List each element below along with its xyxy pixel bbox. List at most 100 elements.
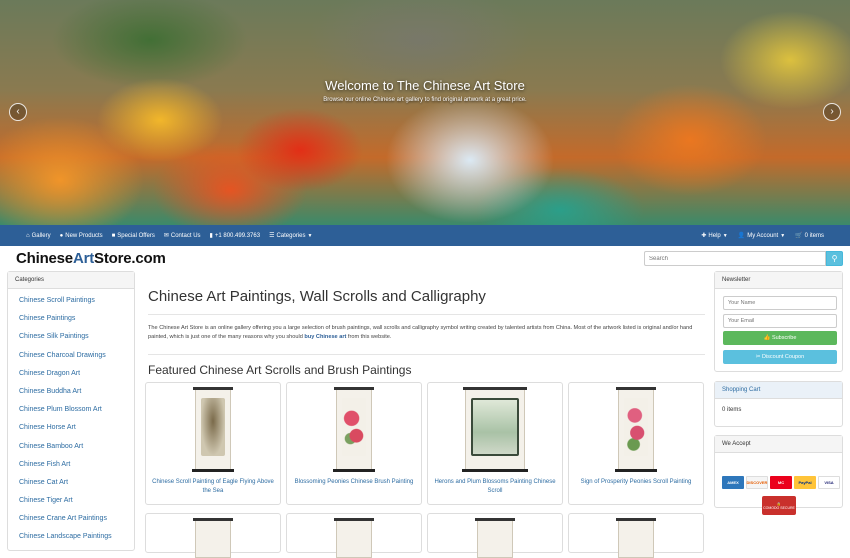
search-icon: ⚲ [831,254,838,263]
buy-chinese-art-link[interactable]: buy Chinese art [304,334,346,340]
caret-down-icon: ▼ [780,232,786,239]
subscribe-button[interactable]: 👍 Subscribe [723,331,837,345]
product-card[interactable]: Herons and Plum Blossoms Painting Chines… [427,382,563,505]
intro-text-part: from this website. [346,334,392,340]
comodo-secure-seal[interactable]: 🔒 COMODO SECURE [762,496,796,515]
newsletter-heading: Newsletter [715,272,842,289]
nav-label: Special Offers [117,232,155,239]
button-label: Discount Coupon [761,354,805,360]
nav-new-products[interactable]: ● New Products [60,233,103,239]
product-caption[interactable]: Blossoming Peonies Chinese Brush Paintin… [293,478,415,487]
divider [148,314,705,315]
nav-contact-us[interactable]: ✉ Contact Us [164,232,201,240]
newsletter-panel: Newsletter 👍 Subscribe ✂ Discount Coupon [714,271,843,372]
nav-label: 0 items [804,232,824,239]
button-label: Subscribe [771,335,797,341]
nav-gallery[interactable]: ⌂ Gallery [26,233,51,239]
cart-icon: 🛒 [795,233,803,239]
category-link[interactable]: Chinese Crane Art Paintings [8,513,134,531]
nav-label: Categories [276,232,306,239]
visa-logo: VISA [818,476,840,489]
main-navbar: ⌂ Gallery ● New Products ■ Special Offer… [0,225,850,246]
discount-coupon-button[interactable]: ✂ Discount Coupon [723,350,837,364]
category-link[interactable]: Chinese Silk Paintings [8,331,134,349]
we-accept-heading: We Accept [715,436,842,453]
category-link[interactable]: Chinese Scroll Paintings [8,295,134,313]
product-image [615,387,657,472]
newsletter-name-field[interactable] [723,296,837,310]
product-card[interactable] [568,513,704,558]
divider [148,354,705,355]
seal-label: COMODO SECURE [763,505,795,510]
site-logo[interactable]: ChineseArtStore.com [16,250,166,267]
product-card[interactable] [286,513,422,558]
nav-help-dropdown[interactable]: ✚ Help ▼ [701,232,727,240]
cart-status: 0 items [722,407,742,413]
logo-part: Chinese [16,250,73,267]
category-link[interactable]: Chinese Cat Art [8,477,134,495]
search-button[interactable]: ⚲ [826,251,843,266]
category-link[interactable]: Chinese Paintings [8,313,134,331]
product-card[interactable] [145,513,281,558]
category-link[interactable]: Chinese Bamboo Art [8,441,134,459]
product-card[interactable]: Blossoming Peonies Chinese Brush Paintin… [286,382,422,505]
gift-icon: ■ [111,232,116,239]
intro-text: The Chinese Art Store is an online galle… [148,324,706,342]
page-title: Chinese Art Paintings, Wall Scrolls and … [148,288,486,305]
shopping-cart-panel: Shopping Cart 0 items [714,381,843,427]
category-link[interactable]: Chinese Landscape Paintings [8,531,134,549]
categories-heading: Categories [8,272,134,289]
nav-categories-dropdown[interactable]: ☰ Categories ▼ [269,232,312,240]
newsletter-email-field[interactable] [723,314,837,328]
carousel-prev-button[interactable]: ‹ [9,103,27,121]
nav-phone[interactable]: ▮ +1 800.499.3763 [209,232,261,240]
discover-logo: DISCOVER [746,476,768,489]
category-link[interactable]: Chinese Buddha Art [8,386,134,404]
home-icon: ⌂ [26,232,30,239]
star-icon: ● [59,232,64,239]
product-caption[interactable]: Sign of Prosperity Peonies Scroll Painti… [575,478,697,487]
product-card[interactable]: Chinese Scroll Painting of Eagle Flying … [145,382,281,505]
category-link[interactable]: Chinese Charcoal Drawings [8,350,134,368]
nav-my-account-dropdown[interactable]: 👤 My Account ▼ [737,232,786,240]
category-link[interactable]: Chinese Dragon Art [8,368,134,386]
hero-title: Welcome to The Chinese Art Store [325,78,525,93]
nav-label: Contact Us [170,232,201,239]
logo-part: Store.com [94,250,166,267]
mastercard-logo: MC [770,476,792,489]
nav-special-offers[interactable]: ■ Special Offers [112,233,155,239]
product-card[interactable] [427,513,563,558]
product-caption[interactable]: Chinese Scroll Painting of Eagle Flying … [152,478,274,496]
product-image [475,518,515,558]
phone-icon: ▮ [209,233,213,239]
search-input[interactable] [644,251,826,266]
hero-subtitle: Browse our online Chinese art gallery to… [323,97,527,103]
nav-label: Help [708,232,721,239]
list-icon: ☰ [269,233,275,239]
categories-list: Chinese Scroll Paintings Chinese Painting… [8,289,134,550]
nav-label: New Products [65,232,103,239]
product-image [616,518,656,558]
category-link[interactable]: Chinese Fish Art [8,459,134,477]
payment-cards: AMEX DISCOVER MC PayPal VISA [722,476,840,489]
product-image [193,518,233,558]
user-icon: 👤 [737,233,746,239]
nav-cart[interactable]: 🛒 0 items [795,232,824,240]
category-link[interactable]: Chinese Plum Blossom Art [8,404,134,422]
category-link[interactable]: Chinese Tiger Art [8,495,134,513]
logo-part: Art [72,250,95,267]
nav-label: My Account [747,232,779,239]
product-image [334,518,374,558]
featured-heading: Featured Chinese Art Scrolls and Brush P… [148,363,412,377]
category-link[interactable]: Chinese Horse Art [8,422,134,440]
product-caption[interactable]: Herons and Plum Blossoms Painting Chines… [434,478,556,496]
product-image [333,387,375,472]
amex-logo: AMEX [722,476,744,489]
thumbs-up-icon: 👍 [763,335,771,341]
nav-label: Gallery [31,232,51,239]
intro-text-part: The Chinese Art Store is an online galle… [148,325,693,340]
shopping-cart-heading[interactable]: Shopping Cart [715,382,842,399]
carousel-next-button[interactable]: › [823,103,841,121]
product-card[interactable]: Sign of Prosperity Peonies Scroll Painti… [568,382,704,505]
scissors-icon: ✂ [755,354,761,360]
